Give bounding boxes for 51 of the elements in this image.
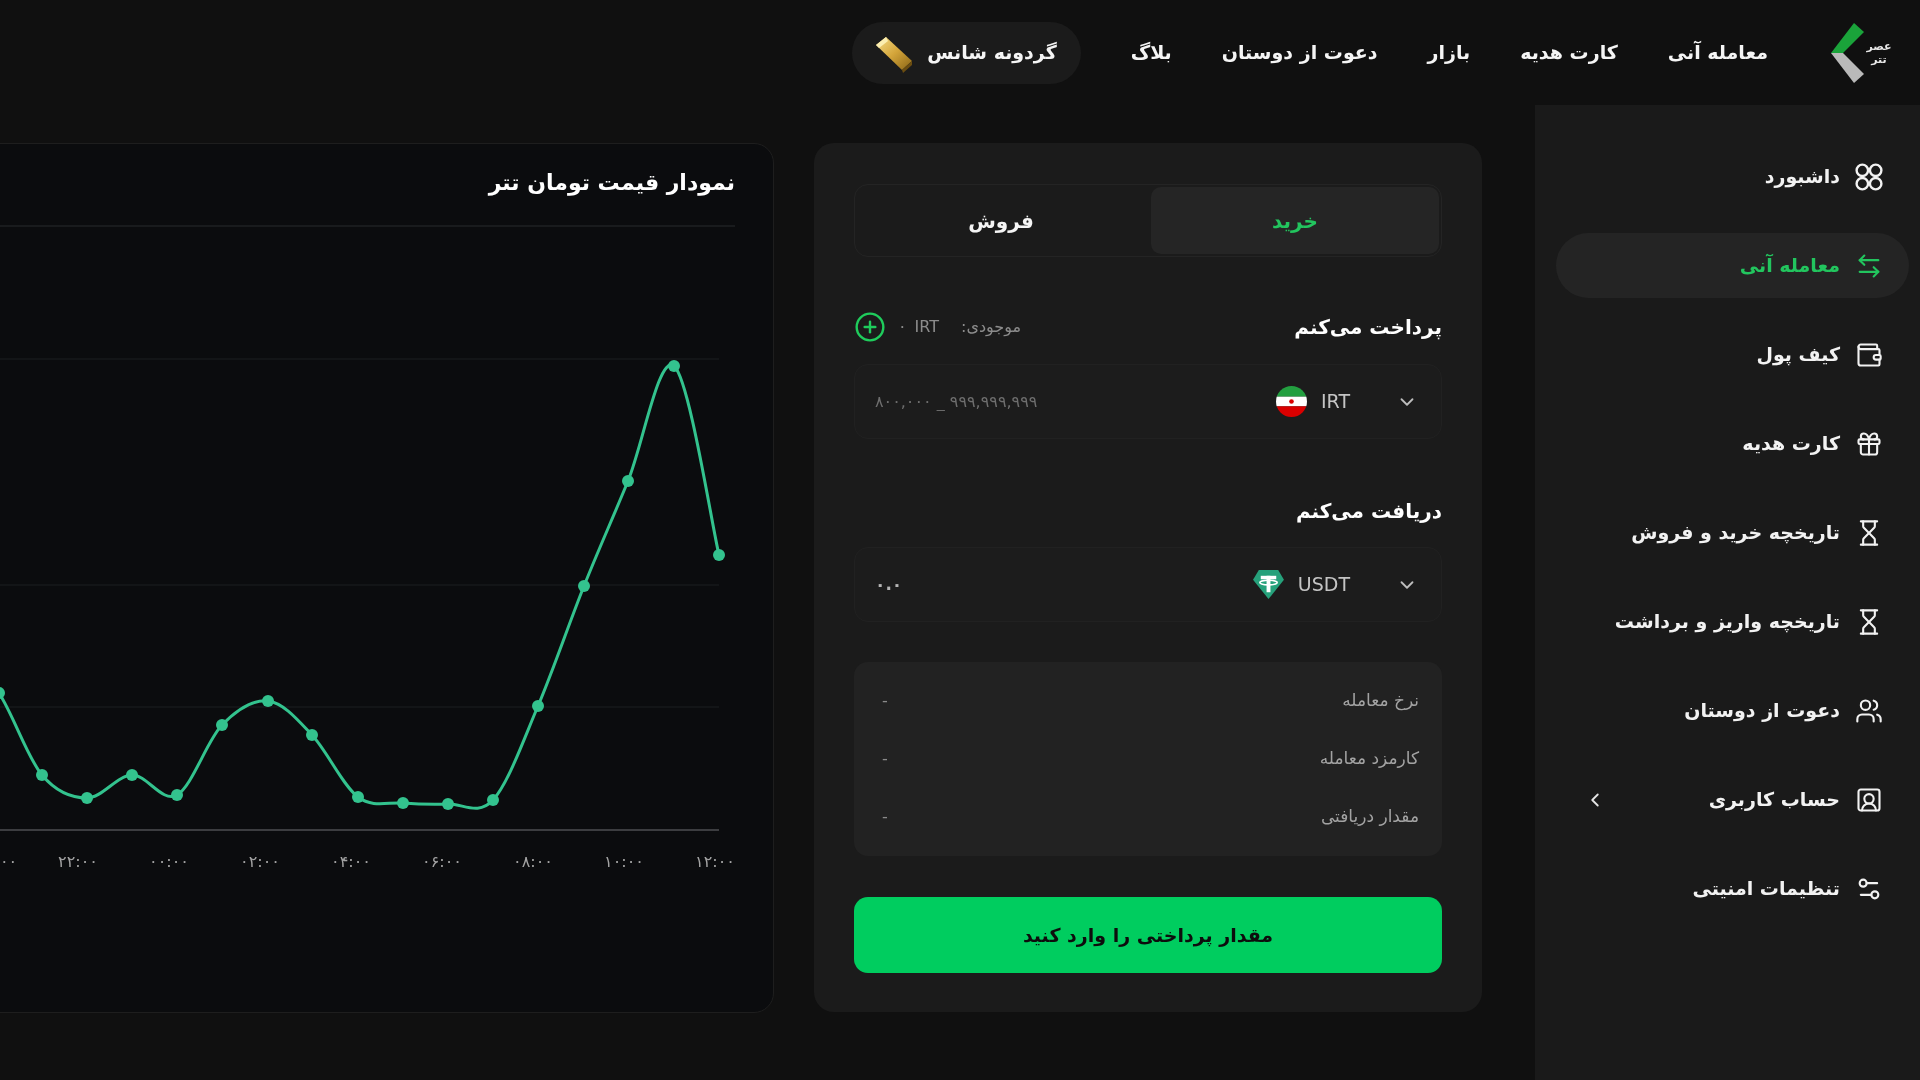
sidebar-item[interactable]: دعوت از دوستان [1556, 678, 1909, 743]
sidebar-item[interactable]: حساب کاربری [1556, 767, 1909, 832]
sidebar-item[interactable]: تنظیمات امنیتی [1556, 856, 1909, 921]
chart-title: نمودار قیمت تومان تتر [488, 169, 735, 198]
field-label: دریافت می‌کنم [1295, 498, 1442, 525]
grid-icon [1855, 162, 1883, 191]
summary-label: نرخ معامله [1342, 689, 1419, 713]
lucky-wheel-button[interactable]: گردونه شانس [852, 21, 1081, 84]
axis-label: ۰۸:۰۰ [513, 852, 553, 871]
trade-tab[interactable]: فروش [857, 187, 1145, 254]
user-icon [1855, 785, 1883, 814]
balance-label: موجودی: [961, 316, 1022, 339]
sidebar-item[interactable]: تاریخچه خرید و فروش [1556, 500, 1909, 565]
nav-link[interactable]: بلاگ [1130, 38, 1172, 67]
balance-unit: IRT [914, 316, 940, 338]
field-label: پرداخت می‌کنم [1294, 314, 1442, 342]
gift-icon [1855, 429, 1883, 458]
summary-value: - [882, 748, 888, 770]
nav-link[interactable]: بازار [1427, 38, 1471, 67]
summary-value: - [882, 806, 888, 828]
flag-icon [1275, 386, 1307, 417]
balance-amount: ۰ [898, 316, 907, 338]
plus-circle-icon[interactable] [854, 311, 886, 343]
logo-text: عصر تتر [1865, 39, 1893, 66]
sidebar-item[interactable]: معامله آنی [1556, 233, 1909, 298]
submit-button[interactable]: مقدار پرداختی را وارد کنید [854, 897, 1442, 973]
currency-select[interactable]: IRT [1275, 386, 1418, 417]
users-icon [1855, 696, 1883, 725]
logo-icon [1828, 22, 1864, 83]
axis-label: ۲۲:۰۰ [58, 852, 98, 871]
trade-tab[interactable]: خرید [1151, 187, 1439, 254]
wallet-icon [1855, 340, 1883, 369]
nav-link[interactable]: کارت هدیه [1520, 38, 1618, 67]
sidebar-item[interactable]: داشبورد [1556, 144, 1909, 209]
summary-value: - [882, 690, 888, 712]
axis-label: ۰۶:۰۰ [422, 852, 462, 871]
summary-label: کارمزد معامله [1319, 747, 1419, 771]
sidebar-item[interactable]: کیف پول [1556, 322, 1909, 387]
sidebar-item[interactable]: تاریخچه واریز و برداشت [1556, 589, 1909, 654]
currency-select[interactable]: USDT [1252, 570, 1418, 599]
sidebar-item[interactable]: کارت هدیه [1556, 411, 1909, 476]
nav-link[interactable]: معامله آنی [1667, 38, 1768, 67]
tether-icon [1252, 570, 1284, 599]
nav-link[interactable]: دعوت از دوستان [1221, 38, 1378, 67]
axis-label: ۰۲:۰۰ [240, 852, 280, 871]
axis-label: ۱۲:۰۰ [695, 852, 735, 871]
axis-label: ۰۰ [0, 852, 18, 871]
axis-label: ۰۴:۰۰ [331, 852, 371, 871]
axis-label: ۰۰:۰۰ [149, 852, 189, 871]
axis-label: ۱۰:۰۰ [604, 852, 644, 871]
summary-label: مقدار دریافتی [1320, 805, 1419, 829]
